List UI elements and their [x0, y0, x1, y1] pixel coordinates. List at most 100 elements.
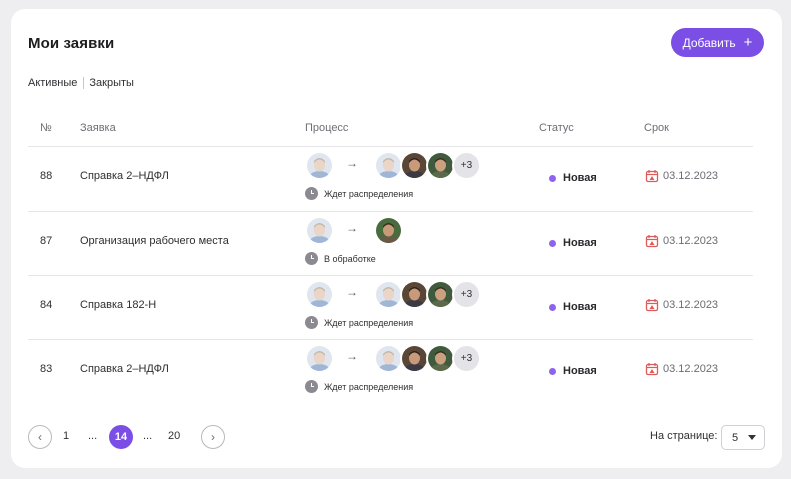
table-row[interactable]: 83 Справка 2–НДФЛ → +3 Ждет распределения Нов…	[11, 340, 782, 404]
avatar-author	[305, 216, 334, 245]
column-header-request: Заявка	[80, 122, 116, 134]
page-link-last[interactable]: 20	[168, 430, 180, 442]
per-page-value: 5	[732, 431, 739, 444]
process-status-text: Ждет распределения	[324, 188, 414, 199]
status-badge: Новая	[549, 237, 597, 249]
row-number: 88	[40, 170, 53, 182]
deadline: 03.12.2023	[645, 362, 718, 376]
table-row[interactable]: 88 Справка 2–НДФЛ → +3 Ждет распределения Нов…	[11, 147, 782, 211]
chevron-left-icon: ‹	[38, 430, 42, 444]
process-cell: → В обработке	[305, 212, 525, 276]
calendar-alert-icon	[645, 299, 659, 312]
deadline-date: 03.12.2023	[663, 235, 719, 247]
process-cell: → +3 Ждет распределения	[305, 147, 525, 211]
status-dot	[549, 367, 556, 375]
calendar-alert-icon	[645, 235, 659, 248]
process-status: Ждет распределения	[305, 187, 413, 200]
tabs: Активные Закрыты	[28, 77, 134, 89]
avatar-assignee	[400, 280, 429, 309]
column-header-status: Статус	[539, 122, 574, 134]
status-text: Новая	[563, 365, 597, 377]
clock-icon	[305, 380, 318, 393]
tab-closed[interactable]: Закрыты	[89, 77, 134, 89]
page-title: Мои заявки	[28, 35, 115, 52]
avatar-assignee	[400, 344, 429, 373]
avatar-author	[305, 280, 334, 309]
process-status: В обработке	[305, 252, 376, 265]
process-status-text: В обработке	[324, 253, 376, 264]
avatar-assignee	[426, 344, 455, 373]
chevron-down-icon	[748, 435, 756, 440]
plus-icon: +	[743, 33, 753, 51]
deadline: 03.12.2023	[645, 234, 718, 248]
request-name[interactable]: Справка 2–НДФЛ	[80, 170, 169, 182]
process-cell: → +3 Ждет распределения	[305, 276, 525, 340]
deadline: 03.12.2023	[645, 169, 718, 183]
more-assignees-badge[interactable]: +3	[452, 280, 481, 309]
deadline-date: 03.12.2023	[663, 170, 719, 182]
row-number: 87	[40, 235, 53, 247]
avatar-assignee	[400, 151, 429, 180]
clock-icon	[305, 187, 318, 200]
arrow-right-icon: →	[346, 285, 358, 299]
arrow-right-icon: →	[346, 156, 358, 170]
tab-divider	[83, 77, 85, 89]
avatar-author	[305, 344, 334, 373]
add-button-label: Добавить	[682, 35, 736, 50]
process-status-text: Ждет распределения	[324, 381, 414, 392]
pagination-ellipsis-left: ...	[88, 430, 98, 442]
avatar-assignee	[374, 151, 403, 180]
per-page-label: На странице:	[650, 430, 718, 442]
status-text: Новая	[563, 237, 597, 249]
prev-page-button[interactable]: ‹	[28, 425, 52, 449]
avatar-assignee	[374, 344, 403, 373]
status-dot	[549, 174, 556, 182]
status-dot	[549, 239, 556, 247]
deadline-date: 03.12.2023	[663, 363, 719, 375]
status-text: Новая	[563, 301, 597, 313]
process-status: Ждет распределения	[305, 380, 413, 393]
per-page-select[interactable]: 5	[721, 425, 765, 450]
process-status: Ждет распределения	[305, 316, 413, 329]
avatar-assignee	[374, 216, 403, 245]
request-name[interactable]: Справка 2–НДФЛ	[80, 363, 169, 375]
request-name[interactable]: Организация рабочего места	[80, 235, 229, 247]
status-badge: Новая	[549, 301, 597, 313]
clock-icon	[305, 316, 318, 329]
calendar-alert-icon	[645, 363, 659, 376]
column-header-deadline: Срок	[644, 122, 669, 134]
row-number: 84	[40, 299, 53, 311]
arrow-right-icon: →	[346, 349, 358, 363]
avatar-author	[305, 151, 334, 180]
deadline: 03.12.2023	[645, 298, 718, 312]
next-page-button[interactable]: ›	[201, 425, 225, 449]
avatar-assignee	[374, 280, 403, 309]
table-row[interactable]: 84 Справка 182-Н → +3 Ждет распределения Нова…	[11, 276, 782, 340]
page-link-first[interactable]: 1	[63, 430, 69, 442]
add-button[interactable]: Добавить +	[671, 28, 764, 57]
calendar-alert-icon	[645, 170, 659, 183]
request-name[interactable]: Справка 182-Н	[80, 299, 156, 311]
more-assignees-badge[interactable]: +3	[452, 344, 481, 373]
avatar-assignee	[426, 280, 455, 309]
status-badge: Новая	[549, 172, 597, 184]
status-badge: Новая	[549, 365, 597, 377]
arrow-right-icon: →	[346, 221, 358, 235]
requests-card: Мои заявки Добавить + Активные Закрыты №…	[11, 9, 782, 468]
clock-icon	[305, 252, 318, 265]
avatar-assignee	[426, 151, 455, 180]
deadline-date: 03.12.2023	[663, 299, 719, 311]
column-header-process: Процесс	[305, 122, 349, 134]
column-header-number: №	[40, 122, 52, 134]
page-link-current[interactable]: 14	[109, 425, 133, 449]
chevron-right-icon: ›	[211, 430, 215, 444]
status-text: Новая	[563, 172, 597, 184]
process-status-text: Ждет распределения	[324, 317, 414, 328]
status-dot	[549, 303, 556, 311]
row-number: 83	[40, 363, 53, 375]
table-row[interactable]: 87 Организация рабочего места → В обработке…	[11, 212, 782, 276]
tab-active[interactable]: Активные	[28, 77, 77, 89]
process-cell: → +3 Ждет распределения	[305, 340, 525, 404]
pagination-ellipsis-right: ...	[143, 430, 153, 442]
more-assignees-badge[interactable]: +3	[452, 151, 481, 180]
